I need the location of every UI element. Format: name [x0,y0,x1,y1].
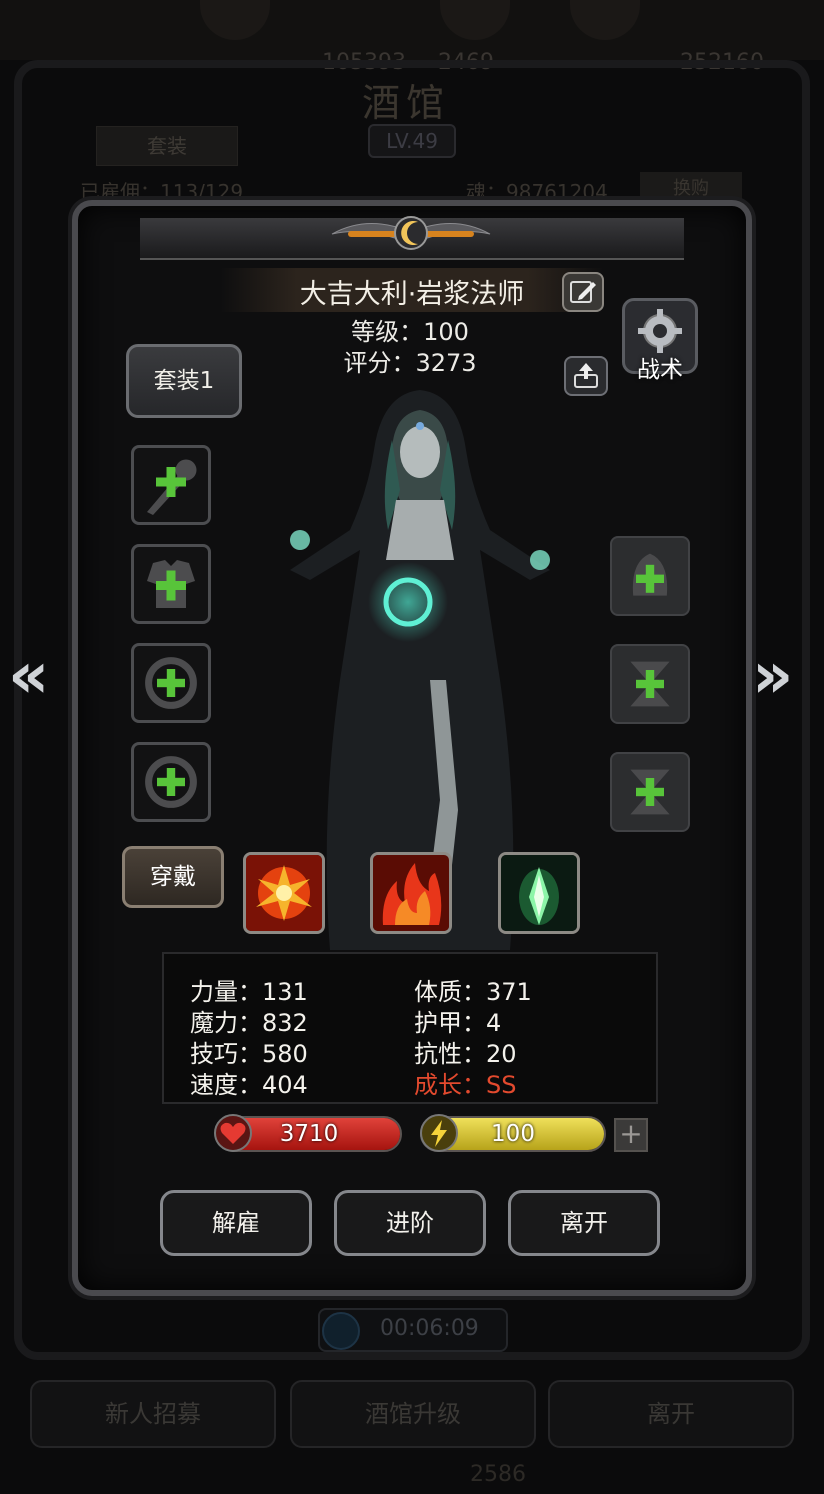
helmet-slot[interactable] [610,536,690,616]
flame-skill[interactable] [370,852,452,934]
stat-resistance: 抗性：20 [414,1040,517,1068]
weapon-silhouette-icon [147,459,197,515]
tavern-title: 酒馆 [362,81,451,125]
ring-silhouette-icon [145,756,197,808]
wear-button[interactable]: 穿戴 [122,846,224,908]
stat-growth: 成长：SS [414,1071,517,1099]
next-hero-arrow-icon[interactable]: » [752,636,793,716]
rename-button[interactable] [562,272,604,312]
hero-name: 大吉大利·岩浆法师 [299,279,525,310]
green-crystal-skill[interactable] [498,852,580,934]
stat-magic: 魔力：832 [190,1009,308,1037]
upload-icon [574,363,598,388]
tavern-level: LV.49 [368,124,456,158]
hourglass-silhouette-icon [630,769,670,815]
ring-silhouette-icon [145,657,197,709]
timer-icon [322,1312,360,1350]
ring-slot[interactable] [131,643,211,723]
stat-skill: 技巧：580 [190,1040,308,1068]
dismiss-button[interactable]: 解雇 [160,1190,312,1256]
boots-slot[interactable] [610,644,690,724]
lightning-icon [420,1114,458,1152]
hourglass-silhouette-icon [630,661,670,707]
timer-text: 00:06:09 [380,1316,479,1341]
prev-hero-arrow-icon[interactable]: « [8,636,49,716]
boots-slot[interactable] [610,752,690,832]
ring-slot[interactable] [131,742,211,822]
crystal-icon [501,855,577,931]
stat-speed: 速度：404 [190,1071,308,1099]
heart-icon [214,1114,252,1152]
recruit-button: 新人招募 [30,1380,276,1448]
upgrade-tavern-button: 酒馆升级 [290,1380,536,1448]
flame-icon [373,855,449,931]
fire-burst-icon [246,855,322,931]
tactics-label: 战术 [637,357,683,383]
weapon-slot[interactable] [131,445,211,525]
tab-suit: 套装 [96,126,238,166]
armor-slot[interactable] [131,544,211,624]
moon-emblem-icon [331,216,491,250]
edit-icon [570,281,596,303]
leave-button[interactable]: 离开 [508,1190,660,1256]
stat-constitution: 体质：371 [414,978,532,1006]
add-energy-button[interactable]: + [614,1118,648,1152]
stat-strength: 力量：131 [190,978,308,1006]
suit-button[interactable]: 套装1 [126,344,242,418]
armor-silhouette-icon [147,560,195,608]
bottom-value: 2586 [470,1462,526,1487]
gear-icon [638,309,682,353]
advance-button[interactable]: 进阶 [334,1190,486,1256]
fire-burst-skill[interactable] [243,852,325,934]
share-button[interactable] [564,356,608,396]
hero-level: 等级：100 [351,318,469,346]
stat-armor: 护甲：4 [414,1009,502,1037]
helmet-silhouette-icon [632,553,668,596]
leave-tavern-button: 离开 [548,1380,794,1448]
hero-score: 评分：3273 [343,349,477,377]
